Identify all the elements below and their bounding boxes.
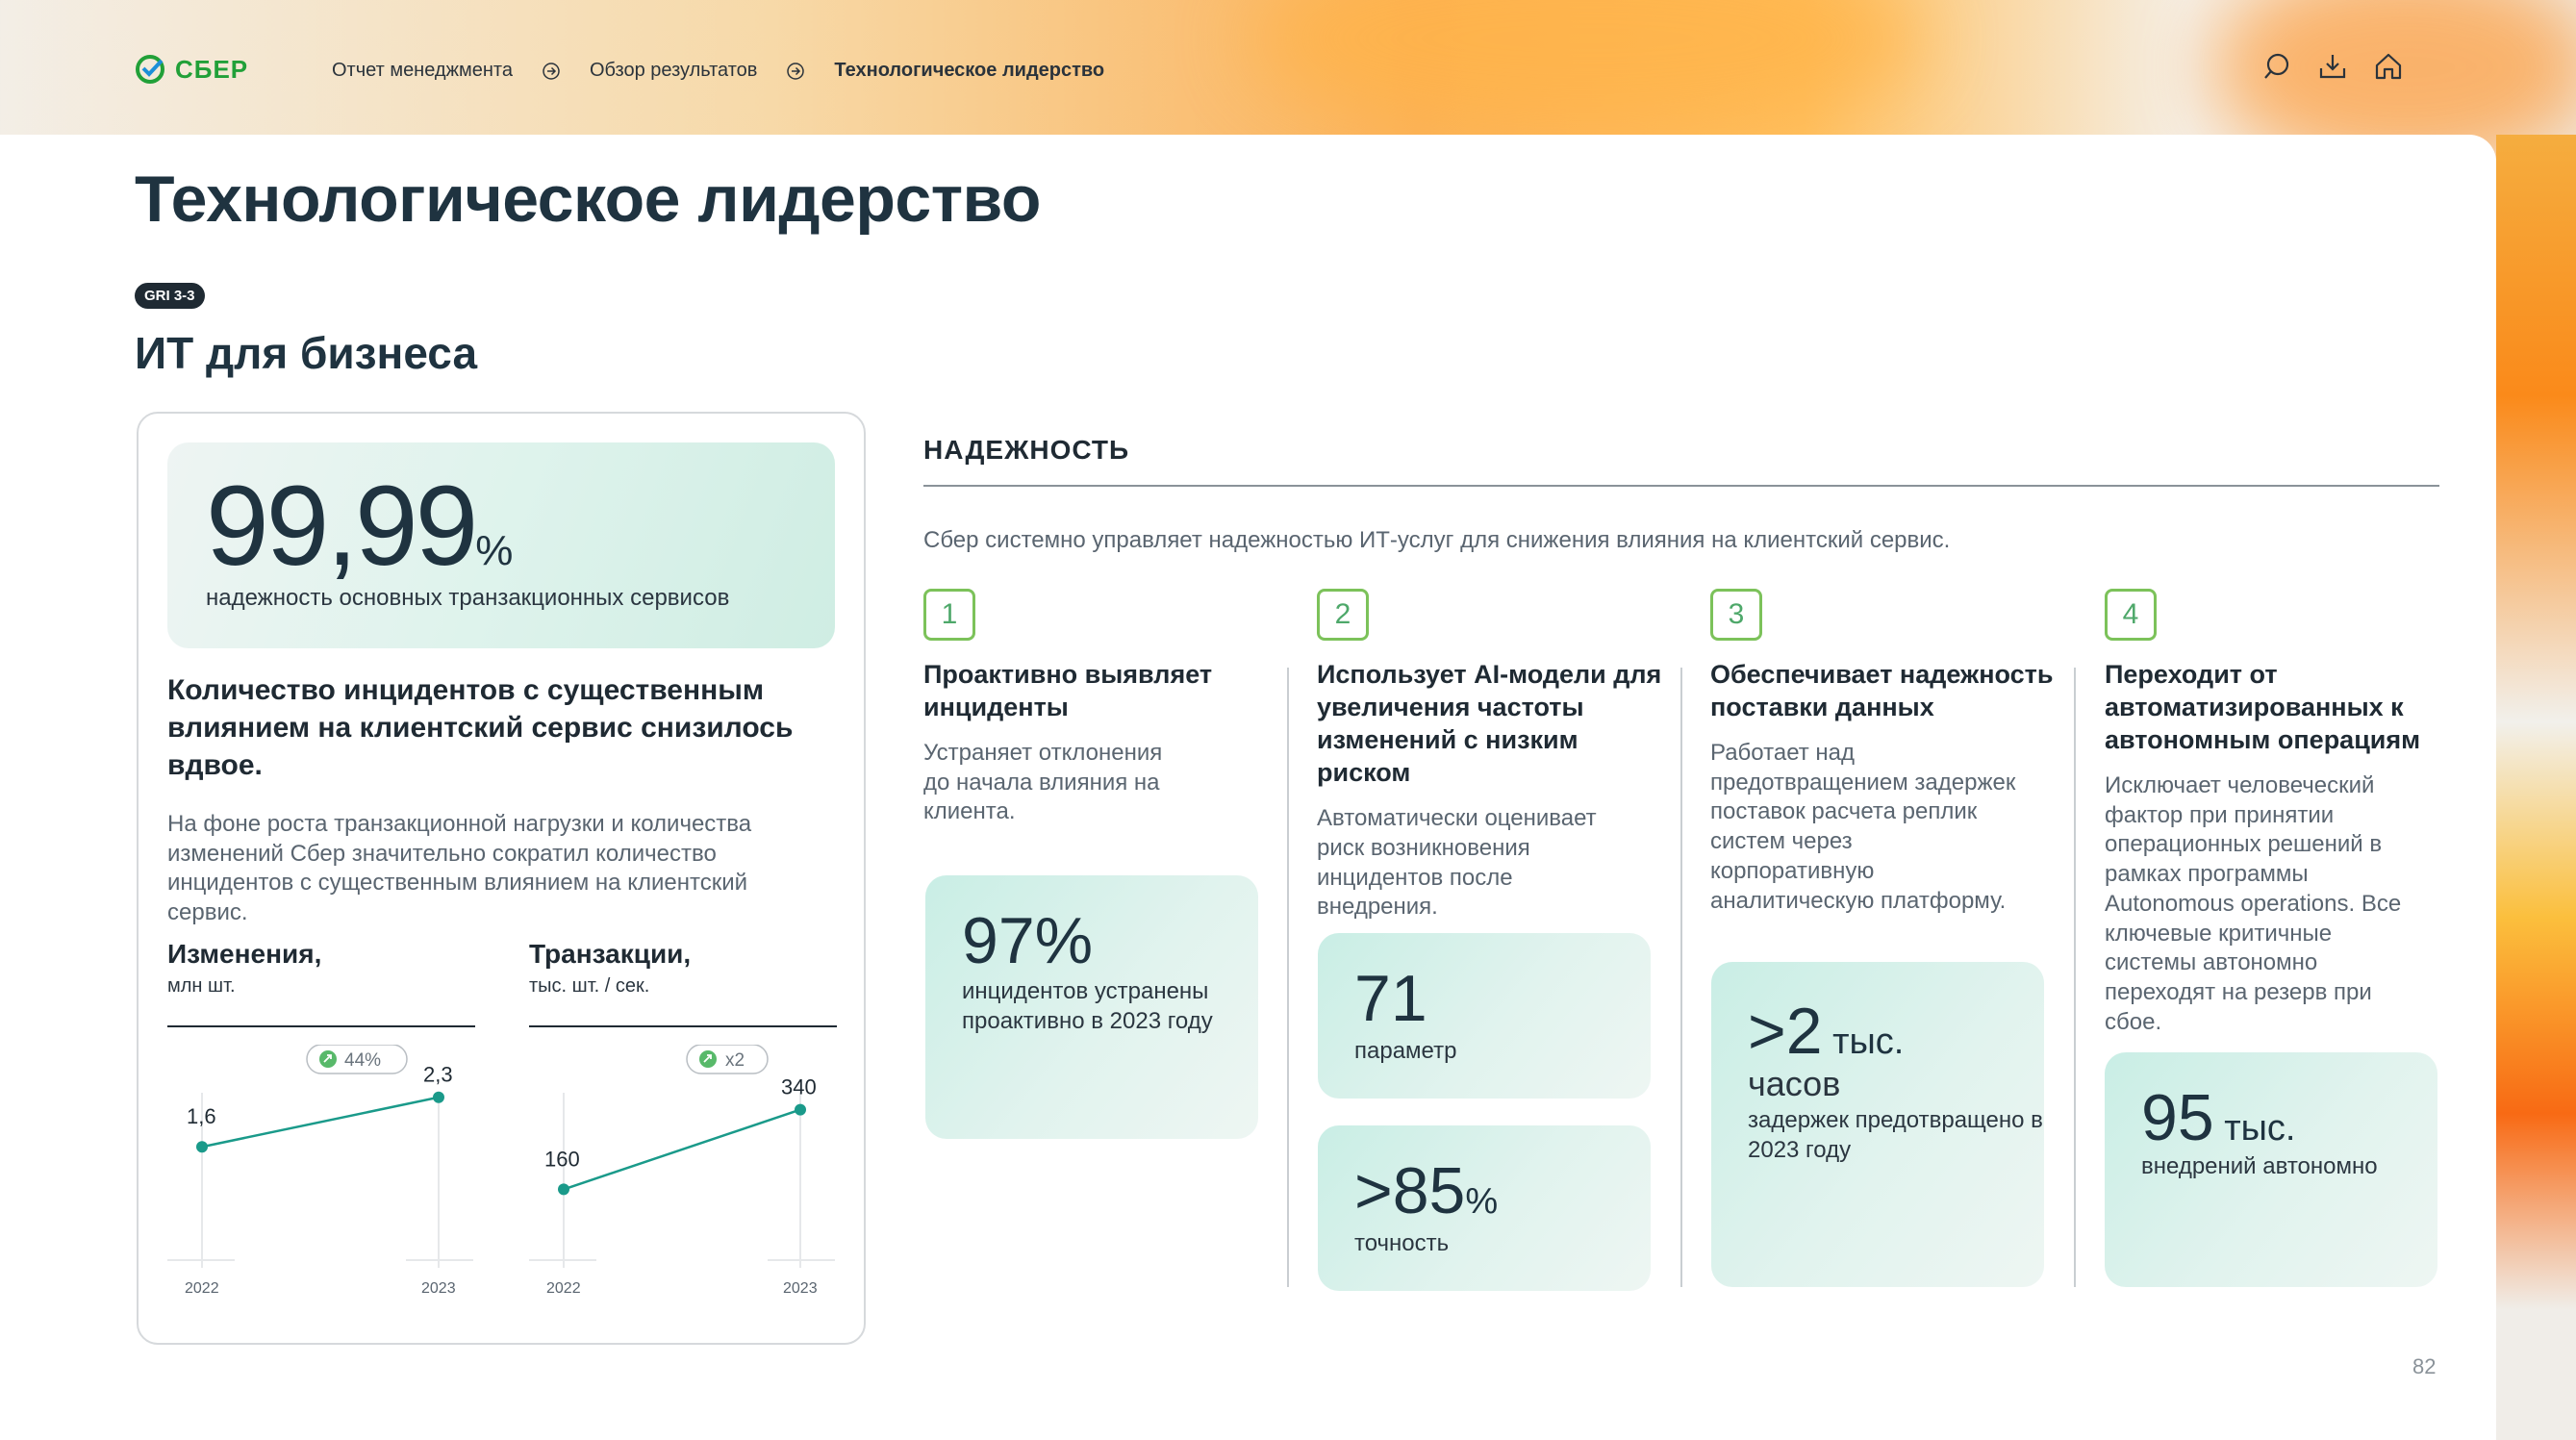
breadcrumb-item[interactable]: Отчет менеджмента — [332, 60, 513, 82]
x-tick-label: 2022 — [546, 1280, 581, 1297]
page-title: Технологическое лидерство — [135, 163, 1041, 236]
reliability-step-4: 4 Переходит от автоматизированных к авто… — [2105, 589, 2461, 1038]
x-tick-label: 2023 — [783, 1280, 818, 1297]
stat-card: >2 тыс. часов задержек предотвращено в 2… — [1711, 962, 2044, 1287]
badge-label: x2 — [725, 1050, 745, 1071]
column-divider — [1680, 668, 1682, 1287]
column-divider — [1287, 668, 1289, 1287]
step-title: Проактивно выявляет инциденты — [923, 660, 1213, 722]
stat-description: точность — [1354, 1230, 1450, 1256]
stat-value: >85% — [1354, 1154, 1499, 1227]
stat-value: 71 — [1354, 962, 1427, 1035]
step-number: 4 — [2105, 589, 2157, 641]
section-divider — [923, 485, 2439, 487]
section-intro: Сбер системно управляет надежностью ИТ-у… — [923, 527, 1951, 553]
sber-logo-icon — [136, 55, 164, 84]
reliability-summary-card: 99,99% надежность основных транзакционны… — [137, 412, 866, 1345]
step-text: Автоматически оценивает риск возникновен… — [1317, 805, 1597, 921]
download-icon[interactable] — [2318, 52, 2347, 81]
data-point-2023 — [795, 1103, 806, 1116]
step-number: 1 — [923, 589, 975, 641]
x-tick-label: 2022 — [185, 1280, 219, 1297]
hero-description: надежность основных транзакционных серви… — [206, 585, 730, 611]
stat-card: 95 тыс. внедрений автономно — [2105, 1052, 2437, 1287]
series-line — [563, 1108, 801, 1191]
stat-card: >85% точность — [1318, 1125, 1651, 1291]
data-point-2023 — [433, 1091, 444, 1103]
reliability-step-3: 3 Обеспечивает надежность поставки данны… — [1710, 589, 2066, 916]
page-number: 82 — [2412, 1354, 2437, 1378]
section-label: НАДЕЖНОСТЬ — [923, 435, 1130, 465]
data-point-2022 — [196, 1141, 208, 1153]
arrow-right-icon — [786, 62, 805, 81]
stat-description: параметр — [1354, 1038, 1457, 1064]
growth-badge: 44% — [306, 1045, 408, 1074]
stat-value: >2 тыс. — [1748, 995, 1905, 1068]
breadcrumb-current[interactable]: Технологическое лидерство — [834, 60, 1104, 82]
transactions-chart: Транзакции, тыс. шт. / сек. 160 340 x2 2… — [529, 939, 837, 1297]
stat-value-unit: часов — [1748, 1064, 1841, 1103]
badge-label: 44% — [344, 1050, 381, 1071]
reliability-step-2: 2 Использует AI-модели для увеличения ча… — [1317, 589, 1673, 922]
changes-line-chart: 1,6 2,3 44% 2022 2023 — [167, 1045, 473, 1297]
card-heading: Количество инцидентов с существенным вли… — [167, 674, 794, 781]
arrow-right-icon — [542, 62, 561, 81]
step-title: Обеспечивает надежность поставки данных — [1710, 660, 2054, 722]
decorative-strip — [2496, 135, 2576, 1440]
chart-unit: тыс. шт. / сек. — [529, 975, 650, 997]
home-icon[interactable] — [2374, 52, 2403, 81]
stat-description: внедрений автономно — [2141, 1153, 2378, 1179]
card-text: На фоне роста транзакционной нагрузки и … — [167, 811, 752, 926]
column-divider — [2074, 668, 2076, 1287]
chart-unit: млн шт. — [167, 975, 236, 997]
stat-value: 95 тыс. — [2141, 1081, 2296, 1154]
step-title: Использует AI-модели для увеличения част… — [1317, 660, 1662, 788]
chart-title: Транзакции, — [529, 939, 692, 969]
step-number: 2 — [1317, 589, 1369, 641]
gri-badge: GRI 3-3 — [135, 283, 205, 309]
hero-value: 99,99% — [206, 463, 514, 590]
growth-badge: x2 — [686, 1045, 769, 1074]
top-bar: СБЕР Отчет менеджмента Обзор результатов… — [0, 0, 2576, 135]
breadcrumb-item[interactable]: Обзор результатов — [590, 60, 757, 82]
data-point-2022 — [558, 1183, 569, 1196]
section-title: ИТ для бизнеса — [135, 328, 478, 378]
stat-description: задержек предотвращено в 2023 году — [1748, 1107, 2043, 1163]
step-text: Исключает человеческий фактор при принят… — [2105, 772, 2402, 1035]
toolbar — [2262, 52, 2403, 81]
chart-divider — [529, 1025, 837, 1027]
stat-description: инцидентов устранены проактивно в 2023 г… — [962, 978, 1213, 1034]
stat-card: 97% инцидентов устранены проактивно в 20… — [925, 875, 1258, 1139]
reliability-step-1: 1 Проактивно выявляет инциденты Устраняе… — [923, 589, 1279, 827]
data-label: 1,6 — [187, 1104, 216, 1128]
logo-text: СБЕР — [175, 54, 249, 84]
hero-stat: 99,99% надежность основных транзакционны… — [167, 442, 835, 648]
search-icon[interactable] — [2262, 52, 2291, 81]
stat-value: 97% — [962, 904, 1094, 977]
data-label: 2,3 — [423, 1063, 453, 1087]
stat-card: 71 параметр — [1318, 933, 1651, 1099]
x-tick-label: 2023 — [421, 1280, 456, 1297]
step-text: Устраняет отклонения до начала влияния н… — [923, 740, 1163, 825]
sber-logo[interactable]: СБЕР — [135, 54, 248, 85]
step-text: Работает над предотвращением задержек по… — [1710, 740, 2016, 914]
series-line — [201, 1096, 440, 1149]
transactions-line-chart: 160 340 x2 2022 2023 — [529, 1045, 835, 1297]
step-title: Переходит от автоматизированных к автоно… — [2105, 660, 2421, 755]
step-number: 3 — [1710, 589, 1762, 641]
chart-divider — [167, 1025, 475, 1027]
data-label: 160 — [544, 1147, 580, 1171]
breadcrumb: Отчет менеджмента Обзор результатов Техн… — [332, 60, 1133, 82]
chart-title: Изменения, — [167, 939, 322, 969]
changes-chart: Изменения, млн шт. 1,6 2,3 44% 2022 2023 — [167, 939, 475, 1297]
data-label: 340 — [781, 1075, 817, 1099]
